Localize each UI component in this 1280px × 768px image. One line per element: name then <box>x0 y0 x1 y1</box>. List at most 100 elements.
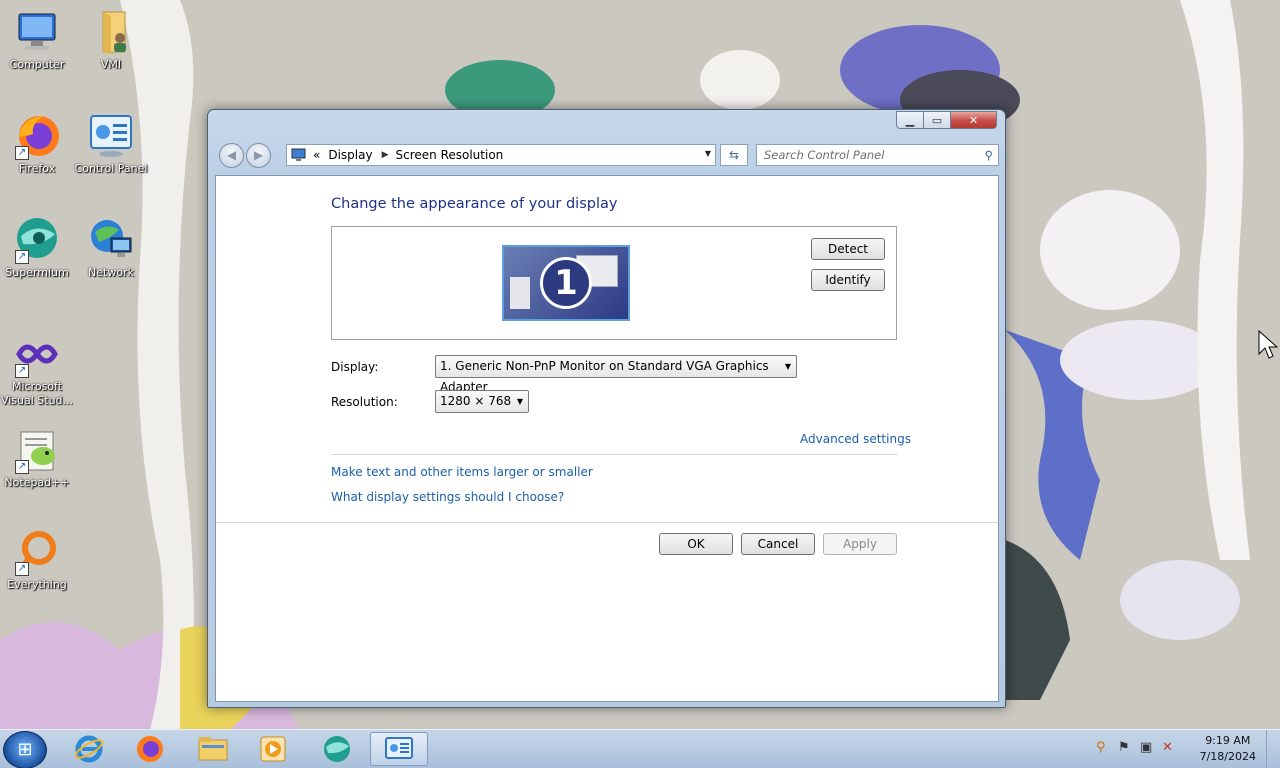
control-panel-icon <box>385 737 413 759</box>
minimize-icon: ▁ <box>905 113 915 127</box>
taskbar-file-explorer[interactable] <box>186 732 240 766</box>
desktop-icon-vmi[interactable]: VMI <box>74 8 148 72</box>
taskbar-firefox[interactable] <box>123 732 177 766</box>
file-explorer-icon <box>198 737 228 761</box>
system-tray: ⚲ ⚑ ▣ ✕ 9:19 AM 7/18/2024 <box>1080 730 1280 768</box>
detect-button[interactable]: Detect <box>811 238 885 260</box>
desktop-icon-visual-studio[interactable]: ↗ Microsoft Visual Stud... <box>0 330 74 408</box>
shortcut-arrow-icon: ↗ <box>15 146 29 160</box>
desktop-icon-network[interactable]: Network <box>74 216 148 280</box>
back-button[interactable]: ◀ <box>219 143 244 168</box>
firefox-icon <box>137 736 163 762</box>
ok-button[interactable]: OK <box>659 533 733 555</box>
display-select-value: 1. Generic Non-PnP Monitor on Standard V… <box>440 359 769 394</box>
internet-explorer-icon <box>74 735 104 763</box>
display-label: Display: <box>331 360 379 374</box>
search-placeholder: Search Control Panel <box>764 148 885 162</box>
desktop-icon-label: Notepad++ <box>4 476 70 489</box>
maximize-button[interactable]: ▭ <box>924 111 951 129</box>
desktop-icon-everything[interactable]: ↗ Everything <box>0 528 74 592</box>
taskbar-media-player[interactable] <box>246 732 300 766</box>
supermium-icon <box>324 736 350 762</box>
media-player-icon <box>260 736 286 762</box>
control-panel-small-icon <box>291 148 306 161</box>
taskbar-control-panel[interactable] <box>370 732 428 766</box>
desktop-icon-control-panel[interactable]: Control Panel <box>74 112 148 176</box>
window-controls: ▁ ▭ ✕ <box>896 111 997 129</box>
breadcrumb-overflow-chevrons[interactable]: « <box>313 148 320 162</box>
resolution-label: Resolution: <box>331 395 398 409</box>
shortcut-arrow-icon: ↗ <box>15 364 29 378</box>
desktop-icon-label: Firefox <box>18 162 56 175</box>
start-button[interactable]: ⊞ <box>3 731 47 768</box>
advanced-settings-link[interactable]: Advanced settings <box>800 432 911 446</box>
taskbar-internet-explorer[interactable] <box>62 732 116 766</box>
windows-logo-icon: ⊞ <box>17 739 33 760</box>
forward-button[interactable]: ▶ <box>246 143 271 168</box>
desktop-icon-label: Control Panel <box>74 162 148 175</box>
maximize-icon: ▭ <box>931 113 943 127</box>
apply-button[interactable]: Apply <box>823 533 897 555</box>
clock-date: 7/18/2024 <box>1199 750 1256 763</box>
close-icon: ✕ <box>968 113 979 127</box>
content-pane: Change the appearance of your display 1 … <box>215 175 999 702</box>
screen-resolution-window: ▁ ▭ ✕ ◀ ▶ « Display ▶ Screen Resolution … <box>207 109 1006 708</box>
identify-button[interactable]: Identify <box>811 269 885 291</box>
desktop-icon-label: Computer <box>9 58 65 71</box>
breadcrumb-display[interactable]: Display <box>328 148 372 162</box>
refresh-button[interactable]: ⇆ <box>720 144 748 166</box>
search-tray-icon[interactable]: ⚲ <box>1096 740 1106 755</box>
desktop-icon-label: Supermium <box>5 266 69 279</box>
navigation-bar: ◀ ▶ « Display ▶ Screen Resolution ▼ ⇆ Se… <box>216 143 999 169</box>
search-icon[interactable]: ⚲ <box>985 145 993 165</box>
supermium-icon: ↗ <box>13 216 61 264</box>
monitor-1-thumbnail[interactable]: 1 <box>502 245 630 321</box>
show-desktop-button[interactable] <box>1266 730 1280 768</box>
desktop-icon-firefox[interactable]: ↗ Firefox <box>0 112 74 176</box>
desktop-icon-label: Microsoft Visual Stud... <box>0 380 74 407</box>
desktop-icon-label: Network <box>88 266 134 279</box>
user-folder-icon <box>87 8 135 56</box>
refresh-icon: ⇆ <box>728 148 740 162</box>
back-arrow-icon: ◀ <box>226 148 237 162</box>
action-center-flag-icon[interactable]: ⚑ <box>1118 740 1130 755</box>
taskbar-supermium[interactable] <box>310 732 364 766</box>
visual-studio-icon: ↗ <box>13 330 61 378</box>
address-dropdown-icon[interactable]: ▼ <box>705 149 711 158</box>
taskbar: ⊞ ⚲ ⚑ ▣ ✕ 9:19 AM 7/18/2024 <box>0 729 1280 768</box>
close-button[interactable]: ✕ <box>951 111 997 129</box>
display-select[interactable]: 1. Generic Non-PnP Monitor on Standard V… <box>435 355 797 394</box>
desktop-icon-supermium[interactable]: ↗ Supermium <box>0 216 74 280</box>
page-title: Change the appearance of your display <box>331 196 618 212</box>
search-input[interactable]: Search Control Panel ⚲ <box>756 144 999 166</box>
minimize-button[interactable]: ▁ <box>896 111 924 129</box>
desktop-icon-label: VMI <box>100 58 122 71</box>
resolution-select[interactable]: 1280 × 768 ▼ <box>435 390 529 413</box>
everything-icon: ↗ <box>13 528 61 576</box>
divider <box>216 522 998 523</box>
shortcut-arrow-icon: ↗ <box>15 562 29 576</box>
text-size-link[interactable]: Make text and other items larger or smal… <box>331 465 593 479</box>
desktop-icon-notepadpp[interactable]: ↗ Notepad++ <box>0 426 74 490</box>
volume-muted-icon[interactable]: ✕ <box>1162 740 1173 755</box>
forward-arrow-icon: ▶ <box>253 148 264 162</box>
shortcut-arrow-icon: ↗ <box>15 460 29 474</box>
cancel-button[interactable]: Cancel <box>741 533 815 555</box>
chevron-down-icon: ▼ <box>784 362 791 371</box>
monitor-arrangement-box: 1 Detect Identify <box>331 226 897 340</box>
desktop-icon-computer[interactable]: Computer <box>0 8 74 72</box>
shortcut-arrow-icon: ↗ <box>15 250 29 264</box>
divider <box>331 454 897 455</box>
network-tray-icon[interactable]: ▣ <box>1140 740 1152 755</box>
mouse-cursor-icon <box>1258 330 1278 359</box>
chevron-down-icon: ▼ <box>516 397 523 406</box>
firefox-icon: ↗ <box>13 112 61 160</box>
notepadpp-icon: ↗ <box>13 426 61 474</box>
display-help-link[interactable]: What display settings should I choose? <box>331 490 564 504</box>
clock-time: 9:19 AM <box>1205 734 1251 747</box>
breadcrumb-screen-resolution[interactable]: Screen Resolution <box>396 148 504 162</box>
desktop-icon-label: Everything <box>7 578 67 591</box>
breadcrumb-separator-icon[interactable]: ▶ <box>382 150 389 160</box>
address-bar[interactable]: « Display ▶ Screen Resolution ▼ <box>286 144 716 166</box>
system-clock[interactable]: 9:19 AM 7/18/2024 <box>1200 733 1256 765</box>
